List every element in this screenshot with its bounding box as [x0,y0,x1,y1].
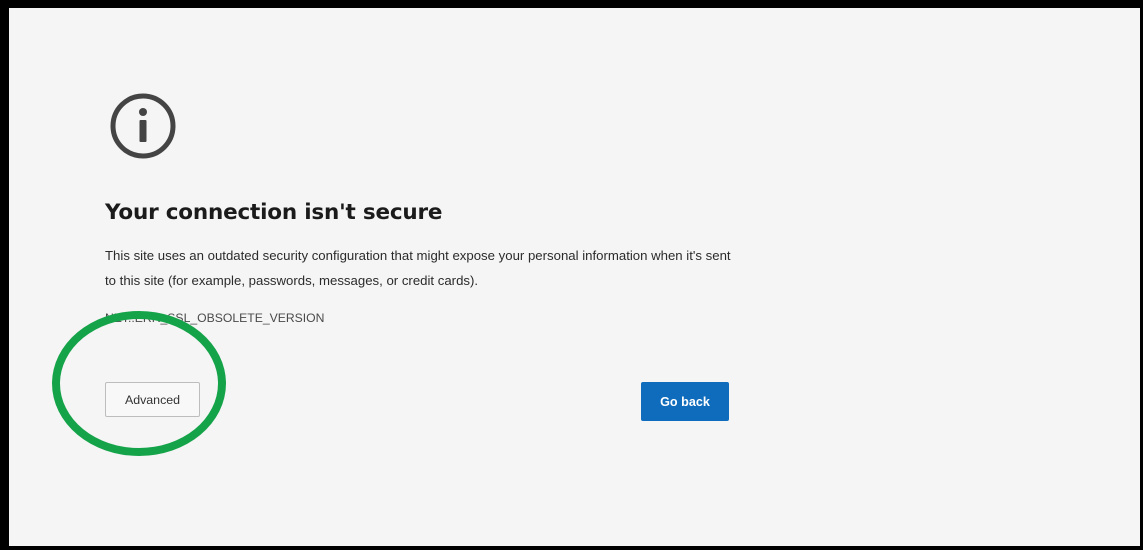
go-back-button[interactable]: Go back [641,382,729,421]
error-page: Your connection isn't secure This site u… [9,8,1140,546]
advanced-button[interactable]: Advanced [105,382,200,417]
page-title: Your connection isn't secure [105,200,443,225]
error-description: This site uses an outdated security conf… [105,248,731,288]
info-circle-icon [108,91,178,161]
error-code: NET::ERR_SSL_OBSOLETE_VERSION [105,311,325,325]
